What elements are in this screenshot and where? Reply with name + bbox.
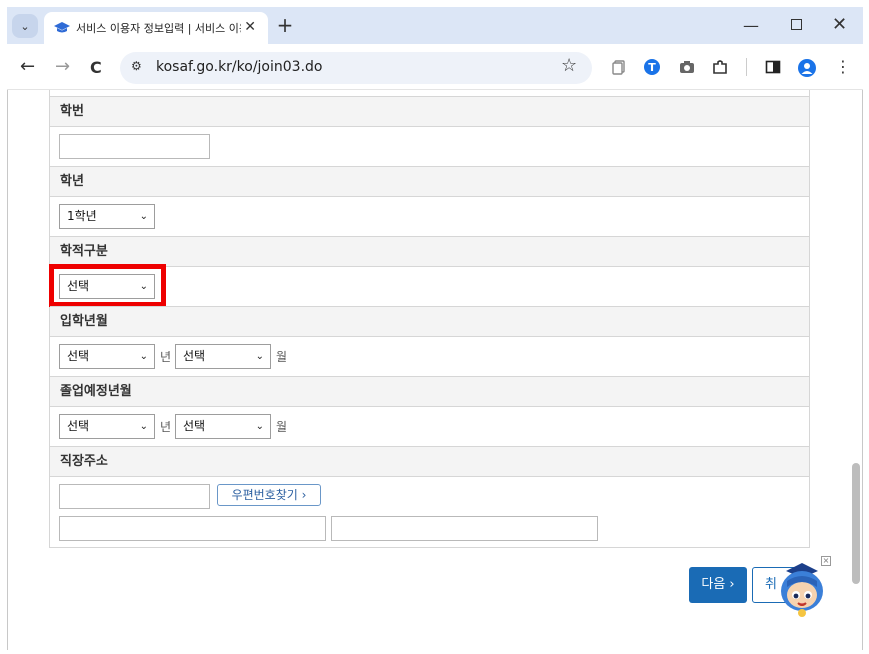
graduation-month-select[interactable]: 선택 ⌄	[175, 414, 271, 439]
chatbot-mascot-icon[interactable]	[776, 557, 828, 621]
browser-tab[interactable]: 서비스 이용자 정보입력 | 서비스 이용 ✕	[44, 12, 268, 44]
page-border-right	[862, 90, 863, 650]
close-window-button[interactable]: ✕	[832, 14, 847, 35]
site-info-icon[interactable]: ⚙	[131, 59, 142, 73]
svg-text:T: T	[648, 61, 656, 74]
year-unit: 년	[160, 420, 172, 434]
menu-icon[interactable]: ⋮	[835, 59, 851, 75]
student-id-input[interactable]	[59, 134, 210, 159]
graduation-month-value: 선택	[183, 419, 206, 433]
zipcode-search-button[interactable]: 우편번호찾기 ›	[217, 484, 321, 506]
maximize-button[interactable]	[791, 19, 802, 30]
grade-label: 학년	[50, 166, 809, 197]
next-button[interactable]: 다음 ›	[689, 567, 747, 603]
chevron-down-icon: ⌄	[255, 351, 264, 362]
enrollment-status-label: 학적구분	[50, 236, 809, 267]
address-line2-input[interactable]	[331, 516, 598, 541]
admission-year-select[interactable]: 선택 ⌄	[59, 344, 155, 369]
work-address-label: 직장주소	[50, 446, 809, 477]
side-panel-icon[interactable]	[765, 59, 781, 75]
grade-select[interactable]: 1학년 ⌄	[59, 204, 155, 229]
chevron-down-icon: ⌄	[139, 421, 148, 432]
tab-search-button[interactable]: ⌄	[12, 14, 38, 38]
graduation-year-select[interactable]: 선택 ⌄	[59, 414, 155, 439]
camera-icon[interactable]	[679, 59, 695, 75]
graduation-year-value: 선택	[67, 419, 90, 433]
highlight-box	[49, 264, 166, 307]
month-unit: 월	[276, 420, 288, 434]
page-border-left	[7, 90, 8, 650]
new-tab-button[interactable]: +	[274, 14, 296, 36]
chevron-down-icon: ⌄	[139, 211, 148, 222]
admission-month-select[interactable]: 선택 ⌄	[175, 344, 271, 369]
student-id-label: 학번	[50, 96, 809, 127]
tab-close-icon[interactable]: ✕	[244, 19, 256, 35]
month-unit: 월	[276, 350, 288, 364]
avatar-icon[interactable]	[798, 59, 816, 77]
puzzle-icon[interactable]	[712, 59, 728, 75]
minimize-button[interactable]: —	[743, 16, 759, 35]
admission-year-value: 선택	[67, 349, 90, 363]
graduation-cap-icon	[54, 22, 70, 34]
tab-title: 서비스 이용자 정보입력 | 서비스 이용	[76, 22, 241, 35]
url-text[interactable]: kosaf.go.kr/ko/join03.do	[156, 59, 322, 75]
address-line1-input[interactable]	[59, 516, 326, 541]
scrollbar-thumb[interactable]	[852, 463, 860, 584]
translate-extension-icon[interactable]: T	[644, 59, 660, 75]
bookmark-star-icon[interactable]: ☆	[561, 55, 577, 76]
copy-icon[interactable]	[611, 59, 627, 75]
grade-selected-value: 1학년	[67, 209, 97, 223]
graduation-date-label: 졸업예정년월	[50, 376, 809, 407]
close-icon[interactable]: ×	[821, 556, 831, 566]
chevron-down-icon: ⌄	[20, 19, 30, 33]
toolbar-divider	[746, 58, 747, 76]
year-unit: 년	[160, 350, 172, 364]
reload-button[interactable]: C	[90, 58, 102, 77]
chevron-down-icon: ⌄	[139, 351, 148, 362]
admission-month-value: 선택	[183, 349, 206, 363]
back-button[interactable]: ←	[20, 56, 35, 77]
admission-date-label: 입학년월	[50, 306, 809, 337]
zipcode-input[interactable]	[59, 484, 210, 509]
forward-button[interactable]: →	[55, 56, 70, 77]
chevron-down-icon: ⌄	[255, 421, 264, 432]
